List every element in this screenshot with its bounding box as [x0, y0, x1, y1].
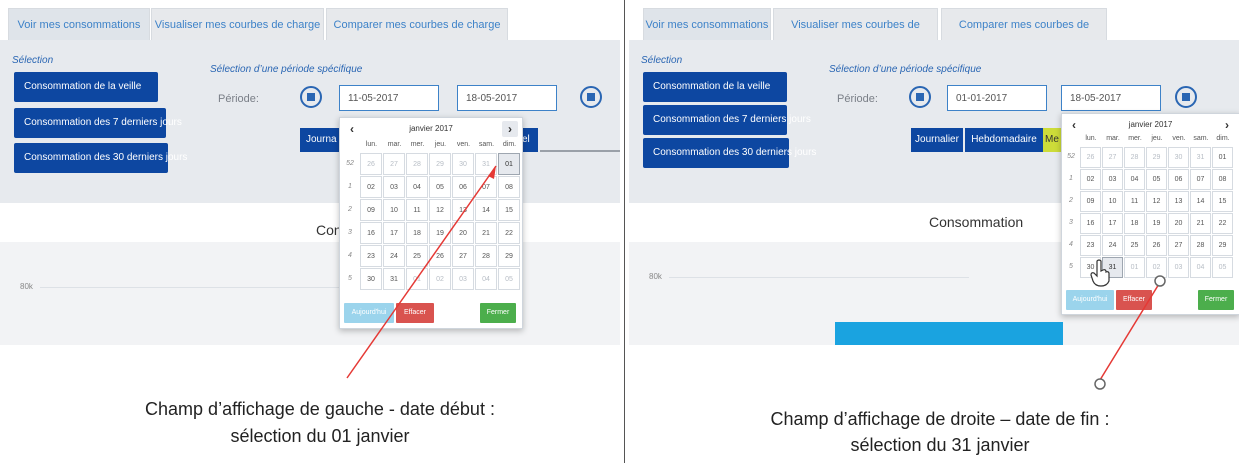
- right-arrow-circle-end: [1154, 275, 1166, 287]
- left-arrow-line: [346, 165, 497, 379]
- left-arrow-head: [488, 166, 496, 179]
- right-arrow-circle: [1094, 378, 1106, 390]
- caption-left-line2: sélection du 01 janvier: [230, 426, 410, 446]
- caption-right-line1: Champ d’affichage de droite – date de fi…: [770, 409, 1110, 429]
- caption-left-line1: Champ d’affichage de gauche - date début…: [145, 399, 495, 419]
- caption-right-line2: sélection du 31 janvier: [850, 435, 1030, 455]
- annotation-overlay: [346, 165, 1166, 390]
- right-arrow-line: [1099, 278, 1163, 381]
